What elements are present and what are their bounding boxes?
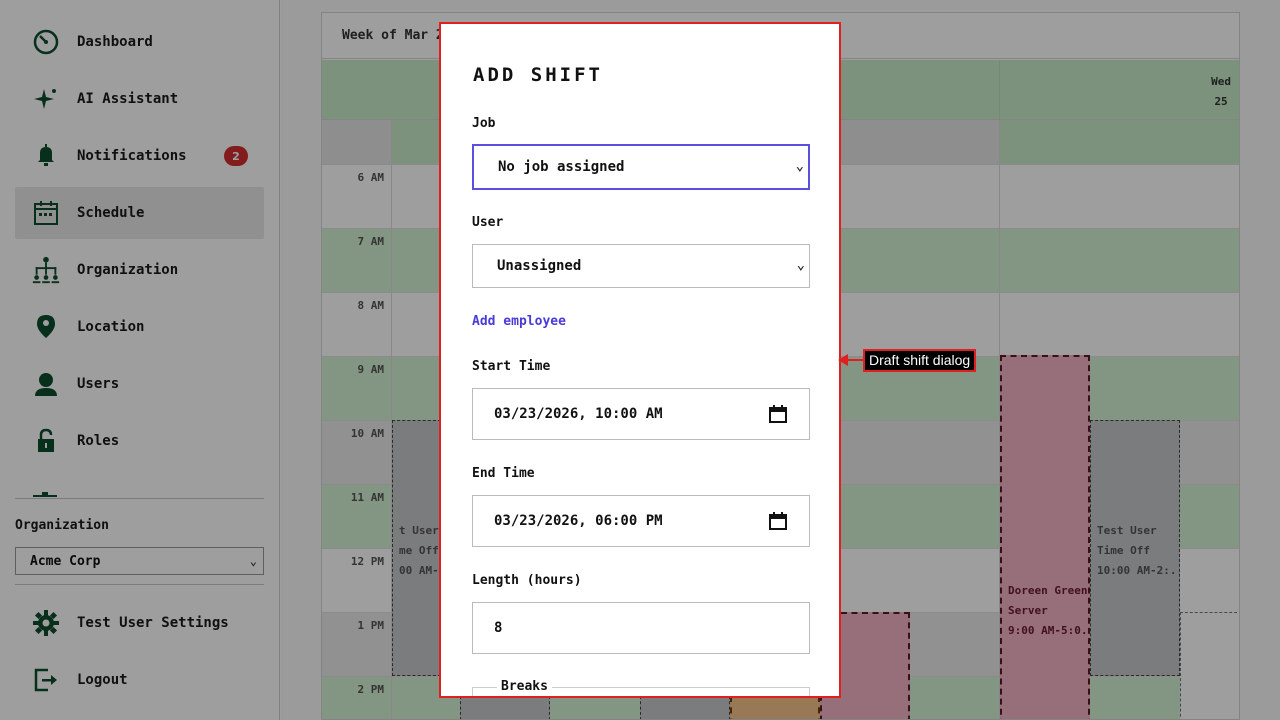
- end-time-label: End Time: [472, 466, 535, 481]
- calendar-picker-icon[interactable]: [769, 512, 787, 530]
- annotation-label: Draft shift dialog: [863, 349, 977, 372]
- user-label: User: [472, 215, 504, 230]
- length-value: 8: [494, 620, 503, 636]
- chevron-down-icon: ⌄: [796, 257, 805, 273]
- end-time-input[interactable]: 03/23/2026, 06:00 PM: [472, 495, 810, 547]
- user-select-value: Unassigned: [497, 258, 582, 274]
- start-time-value: 03/23/2026, 10:00 AM: [494, 406, 663, 422]
- add-shift-dialog: ADD SHIFT Job No job assigned ⌄ User Una…: [439, 22, 841, 698]
- length-input[interactable]: 8: [472, 602, 810, 654]
- end-time-value: 03/23/2026, 06:00 PM: [494, 513, 663, 529]
- start-time-input[interactable]: 03/23/2026, 10:00 AM: [472, 388, 810, 440]
- start-time-label: Start Time: [472, 359, 551, 374]
- job-select[interactable]: No job assigned ⌄: [472, 144, 810, 190]
- dialog-title: ADD SHIFT: [473, 64, 603, 86]
- job-select-value: No job assigned: [498, 159, 625, 175]
- length-label: Length (hours): [472, 573, 582, 588]
- job-label: Job: [472, 116, 496, 131]
- user-select[interactable]: Unassigned ⌄: [472, 244, 810, 288]
- annotation-arrow-head: [838, 354, 848, 366]
- calendar-picker-icon[interactable]: [769, 405, 787, 423]
- chevron-down-icon: ⌄: [795, 158, 804, 174]
- add-employee-link[interactable]: Add employee: [472, 314, 566, 329]
- breaks-legend: Breaks: [497, 679, 552, 694]
